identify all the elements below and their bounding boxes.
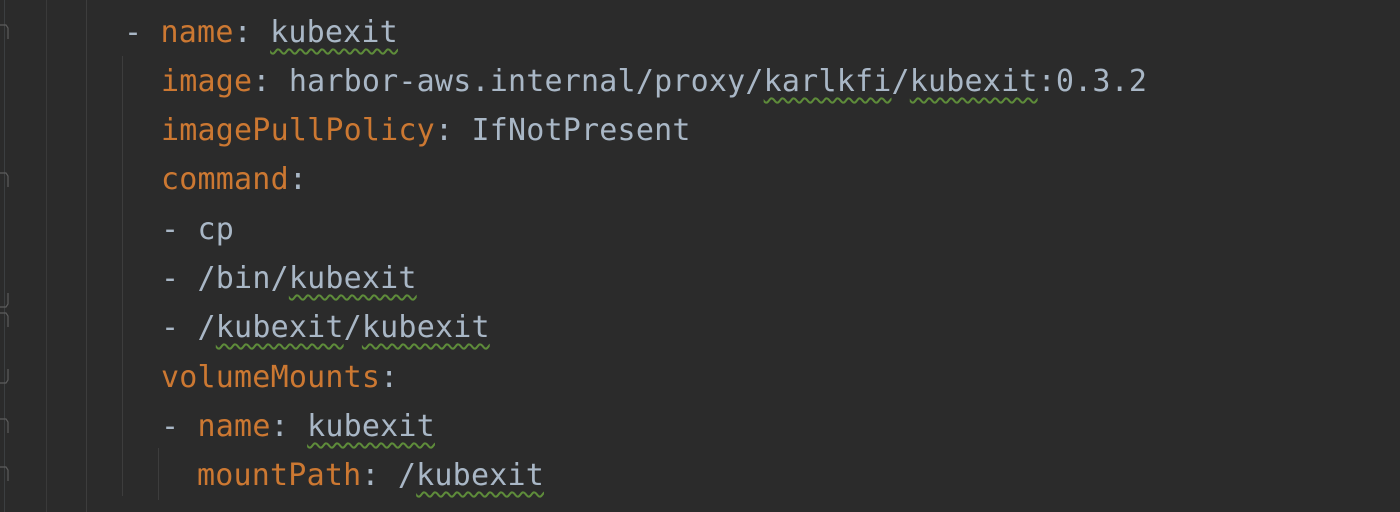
code-line-3: imagePullPolicy: IfNotPresent bbox=[161, 113, 691, 148]
code-editor[interactable]: - name: kubexit image: harbor-aws.intern… bbox=[0, 0, 1400, 512]
code-line-5: - cp bbox=[161, 212, 235, 247]
code-line-8: volumeMounts: bbox=[161, 360, 399, 395]
code-line-2: image: harbor-aws.internal/proxy/karlkfi… bbox=[161, 64, 1148, 99]
code-line-7: - /kubexit/kubexit bbox=[161, 310, 490, 345]
code-line-10: mountPath: /kubexit bbox=[197, 458, 544, 493]
code-line-4: command: bbox=[161, 162, 308, 197]
code-line-6: - /bin/kubexit bbox=[161, 261, 417, 296]
code-line-9: - name: kubexit bbox=[161, 409, 435, 444]
code-line-1: - name: kubexit bbox=[124, 15, 398, 50]
